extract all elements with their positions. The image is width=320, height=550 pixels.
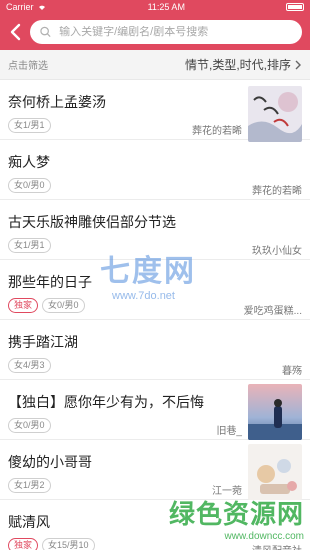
chevron-left-icon: [10, 23, 21, 41]
item-author: 爱吃鸡蛋糕...: [243, 306, 302, 317]
item-author: 暮殇: [282, 366, 302, 377]
back-button[interactable]: [4, 19, 26, 45]
list-item[interactable]: 赋清风 独家 女15/男10 清风配音社: [0, 500, 310, 550]
search-icon: [40, 26, 51, 38]
chevron-right-icon: [295, 60, 301, 69]
list-item[interactable]: 【独白】愿你年少有为，不后悔 女0/男0 旧巷_: [0, 380, 310, 440]
item-cover: [248, 86, 302, 142]
item-tags: 女4/男3: [8, 358, 302, 373]
gender-count-tag: 女0/男0: [8, 178, 51, 193]
item-author: 葬花的若晞: [192, 126, 242, 137]
item-title: 古天乐版神雕侠侣部分节选: [8, 214, 176, 230]
script-list: 奈何桥上孟婆汤 女1/男1 葬花的若晞 痴人梦 女0/男0 葬花的若晞 古天乐版…: [0, 80, 310, 550]
status-bar: Carrier 11:25 AM: [0, 0, 310, 14]
item-title: 赋清风: [8, 514, 50, 530]
wifi-icon: [38, 5, 45, 10]
item-title: 痴人梦: [8, 154, 50, 170]
item-title: 携手踏江湖: [8, 334, 78, 350]
clock: 11:25 AM: [147, 2, 185, 12]
gender-count-tag: 女4/男3: [8, 358, 51, 373]
gender-count-tag: 女0/男0: [8, 418, 51, 433]
carrier-label: Carrier: [6, 2, 34, 12]
gender-count-tag: 女1/男1: [8, 118, 51, 133]
list-item[interactable]: 奈何桥上孟婆汤 女1/男1 葬花的若晞: [0, 80, 310, 142]
top-nav: [0, 14, 310, 50]
filter-selector[interactable]: 情节,类型,时代,排序: [185, 56, 302, 73]
gender-count-tag: 女1/男1: [8, 238, 51, 253]
item-author: 江一菀: [212, 486, 242, 497]
filter-bar[interactable]: 点击筛选 情节,类型,时代,排序: [0, 50, 310, 80]
battery-icon: [286, 3, 304, 11]
list-item[interactable]: 那些年的日子 独家 女0/男0 爱吃鸡蛋糕...: [0, 260, 310, 320]
list-item[interactable]: 傻幼的小哥哥 女1/男2 江一菀: [0, 440, 310, 500]
item-author: 葬花的若晞: [252, 186, 302, 197]
filter-hint: 点击筛选: [8, 61, 48, 72]
filter-types: 情节,类型,时代,排序: [184, 58, 291, 72]
gender-count-tag: 女15/男10: [42, 538, 95, 550]
item-title: 那些年的日子: [8, 274, 92, 290]
list-item[interactable]: 携手踏江湖 女4/男3 暮殇: [0, 320, 310, 380]
item-cover: [248, 384, 302, 440]
list-item[interactable]: 痴人梦 女0/男0 葬花的若晞: [0, 140, 310, 200]
item-cover: [248, 444, 302, 500]
gender-count-tag: 女1/男2: [8, 478, 51, 493]
exclusive-tag: 独家: [8, 298, 39, 313]
item-author: 清风配音社: [252, 542, 302, 550]
list-item[interactable]: 古天乐版神雕侠侣部分节选 女1/男1 玖玖小仙女: [0, 200, 310, 260]
item-author: 玖玖小仙女: [252, 246, 302, 257]
gender-count-tag: 女0/男0: [42, 298, 85, 313]
exclusive-tag: 独家: [8, 538, 39, 550]
item-author: 旧巷_: [216, 426, 242, 437]
search-input[interactable]: [59, 26, 292, 38]
search-box[interactable]: [30, 20, 302, 44]
